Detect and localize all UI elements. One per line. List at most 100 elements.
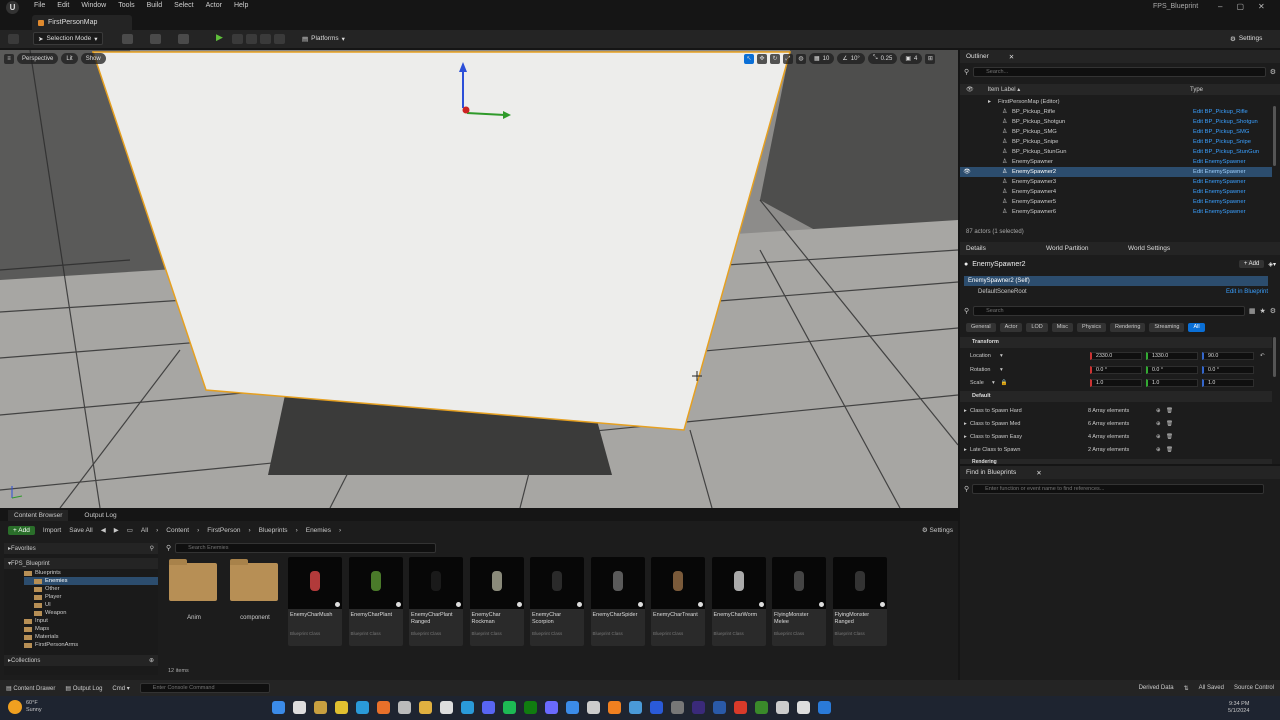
content-drawer-button[interactable]: ▤ Content Drawer: [6, 685, 55, 692]
outliner-row[interactable]: ♙ BP_Pickup_Rifle Edit BP_Pickup_Rifle: [960, 107, 1272, 117]
asset-search-input[interactable]: [175, 543, 436, 553]
add-component-button[interactable]: + Add: [1238, 260, 1265, 268]
save-icon[interactable]: [8, 34, 19, 44]
show-button[interactable]: Show: [80, 53, 106, 64]
menu-build[interactable]: Build: [147, 2, 163, 9]
outliner-title[interactable]: Outliner: [966, 53, 989, 60]
level-tab[interactable]: FirstPersonMap: [32, 15, 132, 30]
cinematics-icon[interactable]: [178, 34, 189, 44]
filter-chip-general[interactable]: General: [966, 323, 996, 332]
platforms-button[interactable]: ▤ Platforms ▾: [298, 32, 349, 45]
outliner-row-type-link[interactable]: Edit BP_Pickup_Shotgun: [1193, 119, 1258, 125]
scene-render[interactable]: [0, 50, 958, 508]
blueprint-options-icon[interactable]: ◈▾: [1268, 261, 1276, 268]
crumb-firstperson[interactable]: FirstPerson: [207, 527, 240, 534]
tree-folder[interactable]: Maps: [24, 625, 158, 633]
selection-mode-dropdown[interactable]: ➤ Selection Mode ▾: [33, 32, 103, 45]
vlc-icon[interactable]: [608, 701, 621, 714]
outliner-row[interactable]: ♙ EnemySpawner Edit EnemySpawner: [960, 157, 1272, 167]
maximize-viewport-icon[interactable]: ⊞: [925, 53, 936, 64]
chevron-right-icon[interactable]: ▸: [960, 447, 970, 453]
steam2-icon[interactable]: [587, 701, 600, 714]
trash-icon[interactable]: 🗑: [1166, 421, 1173, 427]
trash-icon[interactable]: 🗑: [1166, 447, 1173, 453]
rendering-section[interactable]: Rendering: [960, 459, 1272, 464]
photos-icon[interactable]: [776, 701, 789, 714]
add-element-icon[interactable]: ⊕: [1156, 408, 1161, 414]
tree-folder[interactable]: Blueprints: [24, 569, 158, 577]
outliner-row[interactable]: ♙ BP_Pickup_Shotgun Edit BP_Pickup_Shotgun: [960, 117, 1272, 127]
unreal-icon[interactable]: [797, 701, 810, 714]
outliner-row[interactable]: 👁 ♙ EnemySpawner2 Edit EnemySpawner: [960, 167, 1272, 177]
blueprints-icon[interactable]: [150, 34, 161, 44]
add-collection-icon[interactable]: ⊕: [149, 657, 158, 664]
tab-world-settings[interactable]: World Settings: [1128, 245, 1170, 252]
asset-tile[interactable]: FlyingMonster Melee Blueprint Class: [772, 557, 826, 646]
location-z-field[interactable]: 90.0: [1202, 351, 1254, 360]
outliner-search-input[interactable]: [973, 67, 1266, 77]
outliner-row-type-link[interactable]: Edit EnemySpawner: [1193, 199, 1246, 205]
chevron-right-icon[interactable]: ▸: [960, 434, 970, 440]
derived-data-button[interactable]: Derived Data: [1139, 685, 1174, 691]
minimize-button[interactable]: –: [1218, 2, 1222, 11]
item-label-header[interactable]: Item Label ▴: [988, 86, 1021, 93]
weather-widget[interactable]: 60°F Sunny: [8, 700, 42, 714]
filter-chip-misc[interactable]: Misc: [1051, 323, 1074, 332]
ps2-icon[interactable]: [734, 701, 747, 714]
perspective-button[interactable]: Perspective: [17, 53, 59, 64]
menu-help[interactable]: Help: [234, 2, 248, 9]
tree-folder[interactable]: Player: [24, 593, 158, 601]
word-icon[interactable]: [650, 701, 663, 714]
menu-file[interactable]: File: [34, 2, 45, 9]
select-icon[interactable]: ↖: [744, 53, 754, 64]
gear-icon[interactable]: ⚙: [1270, 68, 1276, 76]
world-icon[interactable]: ◍: [796, 53, 806, 64]
scale-x-field[interactable]: 1.0: [1090, 378, 1142, 387]
vscode-icon[interactable]: [461, 701, 474, 714]
camera-speed-button[interactable]: ▣ 4: [900, 53, 923, 64]
tab-content-browser[interactable]: Content Browser: [8, 509, 69, 521]
asset-tile[interactable]: EnemyCharSpider Blueprint Class: [590, 557, 645, 646]
edit-in-blueprint-link[interactable]: Edit in Blueprint: [1226, 289, 1268, 295]
steam-icon[interactable]: [398, 701, 411, 714]
epic-icon[interactable]: [440, 701, 453, 714]
display-icon[interactable]: [629, 701, 642, 714]
asset-tile[interactable]: EnemyCharWorm Blueprint Class: [711, 557, 766, 646]
outliner-row[interactable]: ♙ BP_Pickup_Snipe Edit BP_Pickup_Snipe: [960, 137, 1272, 147]
add-element-icon[interactable]: ⊕: [1156, 434, 1161, 440]
add-element-icon[interactable]: ⊕: [1156, 447, 1161, 453]
history-back-icon[interactable]: ◀: [101, 526, 106, 534]
outliner-row[interactable]: ♙ EnemySpawner5 Edit EnemySpawner: [960, 197, 1272, 207]
maximize-button[interactable]: ▢: [1236, 2, 1244, 11]
filter-icon[interactable]: ⚲: [166, 544, 171, 552]
save-all-button[interactable]: Save All: [69, 527, 93, 534]
settings-button[interactable]: ⚙ Settings: [1226, 32, 1266, 45]
close-icon[interactable]: ✕: [1009, 53, 1014, 61]
collections-header[interactable]: ▸ Collections ⊕: [4, 655, 158, 666]
vscode2-icon[interactable]: [818, 701, 831, 714]
cb-settings-button[interactable]: ⚙ Settings: [922, 526, 953, 534]
filter-chip-lod[interactable]: LOD: [1026, 323, 1048, 332]
tree-folder[interactable]: UI: [24, 601, 158, 609]
minecraft-icon[interactable]: [755, 701, 768, 714]
hamburger-icon[interactable]: ≡: [4, 53, 14, 64]
asset-tile[interactable]: FlyingMonster Ranged Blueprint Class: [832, 557, 887, 646]
crumb-content[interactable]: Content: [166, 527, 189, 534]
trash-icon[interactable]: 🗑: [1166, 408, 1173, 414]
stop-icon[interactable]: [246, 34, 257, 44]
import-button[interactable]: Import: [43, 527, 61, 534]
outliner-row-type-link[interactable]: Edit BP_Pickup_Rifle: [1193, 109, 1248, 115]
source-control-button[interactable]: Source Control: [1234, 685, 1280, 691]
files-icon[interactable]: [314, 701, 327, 714]
crumb-enemies[interactable]: Enemies: [306, 527, 331, 534]
chevron-right-icon[interactable]: ▸: [960, 408, 970, 414]
outliner-row[interactable]: ♙ BP_Pickup_SMG Edit BP_Pickup_SMG: [960, 127, 1272, 137]
rotation-snap-button[interactable]: ∠ 10°: [837, 53, 865, 64]
component-root-row[interactable]: DefaultSceneRoot Edit in Blueprint: [964, 287, 1268, 297]
search-icon[interactable]: [293, 701, 306, 714]
outliner-row-type-link[interactable]: Edit BP_Pickup_SMG: [1193, 129, 1249, 135]
details-search-input[interactable]: [973, 306, 1245, 316]
filter-chip-all[interactable]: All: [1188, 323, 1205, 332]
rotation-x-field[interactable]: 0.0 °: [1090, 365, 1142, 374]
filter-chip-rendering[interactable]: Rendering: [1110, 323, 1146, 332]
